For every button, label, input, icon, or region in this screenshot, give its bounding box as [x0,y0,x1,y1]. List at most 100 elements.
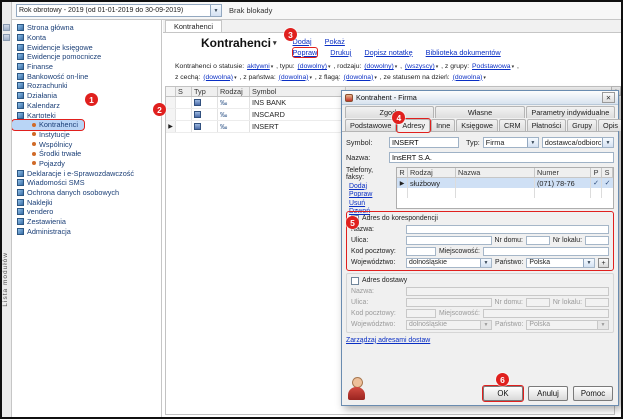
filter-flaga-value[interactable]: (dowolna) [344,74,377,81]
dialog-title-bar[interactable]: Kontrahent - Firma ✕ [342,91,618,105]
card-index-icon [17,112,24,119]
filter-rodzaj-value[interactable]: (dowolny) [364,63,397,70]
column-header-typ[interactable]: Typ [192,87,218,96]
column-header-symbol[interactable]: Symbol [250,87,346,96]
phones-table[interactable]: R Rodzaj Nazwa Numer P S ▶ służbowy (071… [396,167,614,209]
tab-adresy[interactable]: Adresy 4 [397,119,430,132]
sidebar-item-kartoteki[interactable]: Kartoteki [12,110,161,120]
typ-select[interactable]: Firma ▼ [483,137,539,148]
column-header-rodzaj[interactable]: Rodzaj [218,87,250,96]
tab-grupy[interactable]: Grupy [567,119,597,131]
filter-wszyscy-value[interactable]: (wszyscy) [405,63,438,70]
filter-panstwo-value[interactable]: (dowolna) [279,74,312,81]
sidebar-item-finanse[interactable]: Finanse [12,62,161,72]
cell-rodzaj: ‰ [218,109,250,120]
chevron-down-icon[interactable]: ▼ [210,5,221,16]
tab-crm[interactable]: CRM [499,119,526,131]
sidebar-item-ewidencje-pomocnicze[interactable]: Ewidencje pomocnicze [12,52,161,62]
corr-kod-field[interactable] [406,247,436,256]
annotation-badge-2: 2 [153,103,166,116]
tab-platnosci[interactable]: Płatności [527,119,567,131]
sidebar-item-bankowosc[interactable]: Bankowość on-line [12,71,161,81]
phone-edit-link[interactable]: Popraw [349,191,392,198]
menu-drukuj[interactable]: Drukuj [330,48,351,57]
filter-label: , ze statusem na dzień: [380,74,450,81]
corr-wojewodztwo-select[interactable]: dolnośląskie ▼ [406,258,492,268]
sidebar-item-rozrachunki[interactable]: Rozrachunki [12,81,161,91]
delivery-address-checkbox[interactable] [351,277,359,285]
contact-avatar-icon [347,377,367,401]
corr-nr-lokalu-field[interactable] [585,236,609,245]
close-icon[interactable]: ✕ [602,92,615,103]
sidebar-item-naklejki[interactable]: Naklejki [12,197,161,207]
sidebar-item-kontrahenci[interactable]: Kontrahenci [12,120,84,130]
cancel-button[interactable]: Anuluj [528,386,568,401]
sidebar-item-deklaracje[interactable]: Deklaracje i e-Sprawozdawczość [12,168,161,178]
sidebar-item-vendero[interactable]: vendero [12,207,161,217]
tab-zgody[interactable]: Zgody [345,106,434,118]
nazwa-field[interactable] [389,152,614,163]
role-select[interactable]: dostawca/odbiorca ▼ [542,137,614,148]
help-button[interactable]: Pomoc [573,386,613,401]
sidebar-item-pojazdy[interactable]: Pojazdy [12,159,161,169]
check-icon: ✓ [602,178,613,188]
symbol-field[interactable] [389,137,459,148]
annotation-badge-6: 6 [496,373,509,386]
sidebar-item-strona-glowna[interactable]: Strona główna [12,23,161,33]
phone-row[interactable]: ▶ służbowy (071) 78-76 ✓ ✓ [397,178,613,188]
manage-delivery-addresses-link[interactable]: Zarządzaj adresami dostaw [346,337,430,344]
ok-button[interactable]: OK 6 [483,386,523,401]
dialog-footer: OK 6 Anuluj Pomoc [346,375,614,402]
phone-row-empty[interactable] [397,188,613,198]
menu-popraw[interactable]: Popraw [293,48,318,57]
sidebar-item-instytucje[interactable]: Instytucje [12,130,161,140]
corr-nazwa-field[interactable] [406,225,609,234]
corr-nr-domu-field[interactable] [526,236,550,245]
cell-rodzaj: ‰ [218,97,250,108]
tab-kontrahenci[interactable]: Kontrahenci [165,20,222,32]
sidebar-item-ochrona-danych[interactable]: Ochrona danych osobowych [12,188,161,198]
filter-status-value[interactable]: aktywni [247,63,273,70]
delivery-wojewodztwo-select: dolnośląskie ▼ [406,320,492,330]
filter-status-na-dzien-value[interactable]: (dowolna) [453,74,486,81]
module-strip[interactable]: Lista modułów [2,2,12,417]
phone-delete-link[interactable]: Usuń [349,200,392,207]
corr-panstwo-select[interactable]: Polska ▼ [526,258,595,268]
tab-ksiegowe[interactable]: Księgowe [456,119,498,131]
filter-label: , rodzaju: [333,63,361,70]
module-strip-icon[interactable] [3,24,10,31]
module-strip-icon[interactable] [3,34,10,41]
sidebar-item-zestawienia[interactable]: Zestawienia [12,217,161,227]
add-country-button[interactable]: + [598,258,609,268]
page-title[interactable]: Kontrahenci ▾ [201,36,277,50]
phone-add-link[interactable]: Dodaj [349,183,392,190]
fiscal-year-dropdown[interactable]: Rok obrotowy - 2019 (od 01-01-2019 do 30… [16,4,222,17]
tab-wlasne[interactable]: Własne [435,106,524,118]
sidebar-item-wspolnicy[interactable]: Wspólnicy [12,139,161,149]
sidebar-item-srodki-trwale[interactable]: Środki trwałe [12,149,161,159]
nazwa-row: Nazwa: [346,151,614,164]
tab-opis[interactable]: Opis [598,119,623,131]
filter-grupa-value[interactable]: Podstawowa [472,63,514,70]
annotation-badge-3: 3 [284,28,297,41]
menu-biblioteka-dokumentow[interactable]: Biblioteka dokumentów [426,48,501,57]
filter-cecha-value[interactable]: (dowolna) [203,74,236,81]
check-icon: ✓ [591,178,602,188]
sidebar-item-administracja[interactable]: Administracja [12,226,161,236]
sidebar-item-wiadomosci-sms[interactable]: Wiadomości SMS [12,178,161,188]
sidebar-item-ewidencje-ksiegowe[interactable]: Ewidencje księgowe [12,42,161,52]
corr-ulica-field[interactable] [406,236,492,245]
tab-podstawowe[interactable]: Podstawowe [345,119,396,131]
tab-inne[interactable]: Inne [431,119,455,131]
menu-dopisz-notatke[interactable]: Dopisz notatkę [364,48,412,57]
contractor-dialog: Kontrahent - Firma ✕ Zgody Własne Parame… [341,90,619,406]
column-header-s[interactable]: S [176,87,192,96]
filter-typ-value[interactable]: (dowolny) [298,63,331,70]
corr-miejscowosc-field[interactable] [483,247,609,256]
sidebar-item-konta[interactable]: Konta [12,33,161,43]
tab-parametry-indywidualne[interactable]: Parametry indywidualne [526,106,615,118]
filter-line-2: z cechą: (dowolna) , z państwa: (dowolna… [175,73,621,84]
filter-line-1: Kontrahenci o statusie: aktywni , typu: … [175,62,621,73]
menu-pokaz[interactable]: Pokaż [325,37,345,46]
app-window: Lista modułów Rok obrotowy - 2019 (od 01… [0,0,623,419]
